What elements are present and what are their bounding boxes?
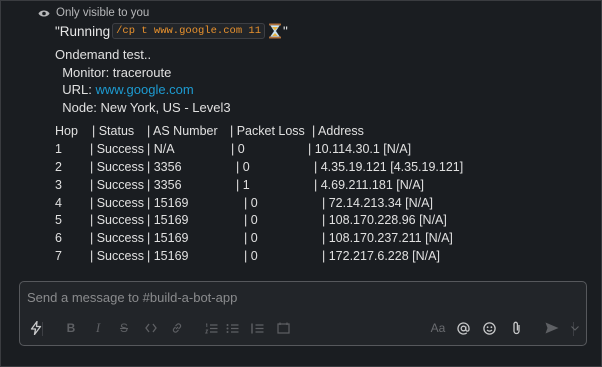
running-prefix: "Running <box>55 23 111 39</box>
cell-packet-loss: | 0 <box>231 142 245 156</box>
header-status: | Status <box>92 124 135 138</box>
format-toggle-button[interactable]: Aa <box>430 318 446 338</box>
running-line: "Running /cp t www.google.com 11 " <box>55 23 288 39</box>
shortcuts-icon[interactable] <box>29 318 43 338</box>
cell-hop: 6 <box>55 231 62 245</box>
cell-packet-loss: | 0 <box>236 160 250 174</box>
header-as-number: | AS Number <box>147 124 218 138</box>
cell-hop: 1 <box>55 142 62 156</box>
table-header: Hop | Status | AS Number | Packet Loss |… <box>55 124 364 141</box>
table-row: 1 | Success | N/A | 0 | 10.114.30.1 [N/A… <box>55 142 411 159</box>
table-row: 7 | Success | 15169 | 0 | 172.217.6.228 … <box>55 249 440 266</box>
cell-as-number: | 15169 <box>147 231 189 245</box>
cell-address: | 4.35.19.121 [4.35.19.121] <box>314 160 464 174</box>
cell-as-number: | N/A <box>147 142 175 156</box>
table-row: 2 | Success | 3356 | 0 | 4.35.19.121 [4.… <box>55 160 463 177</box>
monitor-line: Monitor: traceroute <box>55 65 172 80</box>
cell-status: | Success <box>90 213 144 227</box>
cell-hop: 5 <box>55 213 62 227</box>
header-hop: Hop <box>55 124 78 138</box>
command-code: /cp t www.google.com 11 <box>112 23 266 39</box>
cell-address: | 172.217.6.228 [N/A] <box>322 249 440 263</box>
cell-packet-loss: | 0 <box>244 196 258 210</box>
mention-icon[interactable] <box>456 318 470 338</box>
cell-status: | Success <box>90 160 144 174</box>
cell-hop: 4 <box>55 196 62 210</box>
blockquote-icon[interactable] <box>250 318 264 338</box>
send-icon[interactable] <box>544 318 560 338</box>
cell-address: | 4.69.211.181 [N/A] <box>314 178 425 192</box>
cell-status: | Success <box>90 178 144 192</box>
eye-icon <box>38 10 50 16</box>
table-row: 5 | Success | 15169 | 0 | 108.170.228.96… <box>55 213 447 230</box>
node-line: Node: New York, US - Level3 <box>55 100 231 115</box>
header-address: | Address <box>312 124 364 138</box>
hourglass-icon <box>269 23 282 39</box>
cell-packet-loss: | 0 <box>244 249 258 263</box>
cell-status: | Success <box>90 196 144 210</box>
running-suffix: " <box>283 23 288 39</box>
code-block-icon[interactable] <box>276 318 290 338</box>
cell-as-number: | 3356 <box>147 178 182 192</box>
cell-address: | 10.114.30.1 [N/A] <box>308 142 412 156</box>
attachment-icon[interactable] <box>509 318 523 338</box>
table-row: 4 | Success | 15169 | 0 | 72.14.213.34 [… <box>55 196 433 213</box>
header-packet-loss: | Packet Loss <box>230 124 305 138</box>
ordered-list-icon[interactable] <box>204 318 218 338</box>
cell-address: | 72.14.213.34 [N/A] <box>322 196 433 210</box>
table-row: 3 | Success | 3356 | 1 | 4.69.211.181 [N… <box>55 178 424 195</box>
bold-icon[interactable]: B <box>65 318 77 338</box>
cell-status: | Success <box>90 231 144 245</box>
cell-as-number: | 15169 <box>147 213 189 227</box>
bulleted-list-icon[interactable] <box>225 318 239 338</box>
cell-as-number: | 3356 <box>147 160 182 174</box>
cell-address: | 108.170.237.211 [N/A] <box>322 231 453 245</box>
ephemeral-label: Only visible to you <box>56 7 150 19</box>
ephemeral-notice: Only visible to you <box>38 7 149 19</box>
cell-as-number: | 15169 <box>147 249 189 263</box>
message-title: Ondemand test.. <box>55 47 152 62</box>
cell-status: | Success <box>90 142 144 156</box>
cell-address: | 108.170.228.96 [N/A] <box>322 213 447 227</box>
code-icon[interactable] <box>144 318 158 338</box>
emoji-icon[interactable] <box>482 318 496 338</box>
strikethrough-icon[interactable]: S <box>118 318 130 338</box>
cell-hop: 3 <box>55 178 62 192</box>
cell-packet-loss: | 0 <box>244 213 258 227</box>
cell-packet-loss: | 0 <box>244 231 258 245</box>
url-line: URL: www.google.com <box>55 82 194 97</box>
toolbar-divider <box>42 322 43 336</box>
url-link[interactable]: www.google.com <box>95 82 193 97</box>
url-label: URL: <box>55 82 96 97</box>
cell-hop: 2 <box>55 160 62 174</box>
link-icon[interactable] <box>170 318 184 338</box>
send-options-icon[interactable] <box>569 318 581 338</box>
message-input[interactable]: Send a message to #build-a-bot-app <box>27 290 237 305</box>
message-composer[interactable]: Send a message to #build-a-bot-app B I S… <box>19 281 587 346</box>
composer-toolbar: B I S Aa <box>20 318 586 340</box>
cell-packet-loss: | 1 <box>236 178 250 192</box>
table-row: 6 | Success | 15169 | 0 | 108.170.237.21… <box>55 231 453 248</box>
cell-as-number: | 15169 <box>147 196 189 210</box>
cell-status: | Success <box>90 249 144 263</box>
cell-hop: 7 <box>55 249 62 263</box>
italic-icon[interactable]: I <box>92 318 104 338</box>
